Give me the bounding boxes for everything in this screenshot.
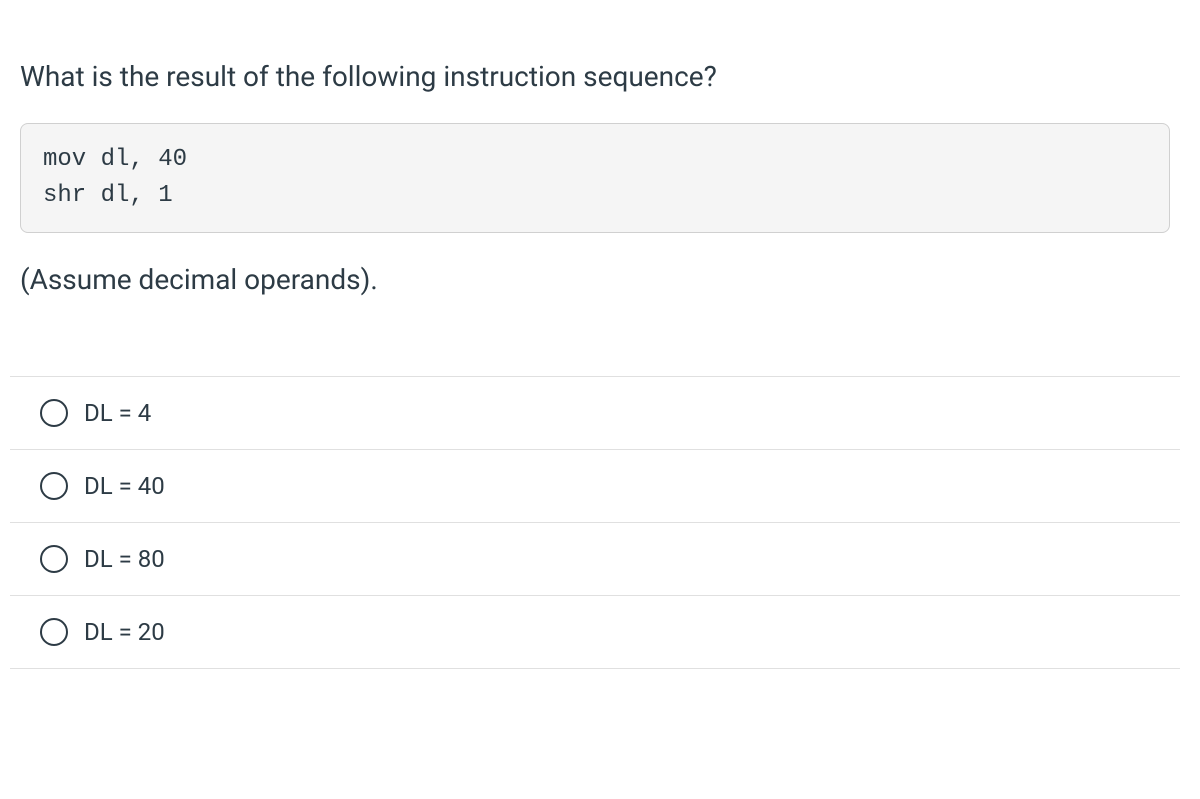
options-list: DL = 4 DL = 40 DL = 80 DL = 20 [10, 376, 1180, 669]
question-note: (Assume decimal operands). [10, 263, 1180, 296]
radio-icon [40, 545, 68, 573]
option-row-0[interactable]: DL = 4 [10, 377, 1180, 450]
question-prompt: What is the result of the following inst… [10, 60, 1180, 93]
radio-icon [40, 618, 68, 646]
radio-icon [40, 472, 68, 500]
option-row-2[interactable]: DL = 80 [10, 523, 1180, 596]
option-row-1[interactable]: DL = 40 [10, 450, 1180, 523]
option-label: DL = 20 [84, 618, 165, 646]
code-block: mov dl, 40 shr dl, 1 [20, 123, 1170, 233]
option-label: DL = 4 [84, 399, 151, 427]
option-row-3[interactable]: DL = 20 [10, 596, 1180, 669]
option-label: DL = 80 [84, 545, 165, 573]
option-label: DL = 40 [84, 472, 165, 500]
radio-icon [40, 399, 68, 427]
